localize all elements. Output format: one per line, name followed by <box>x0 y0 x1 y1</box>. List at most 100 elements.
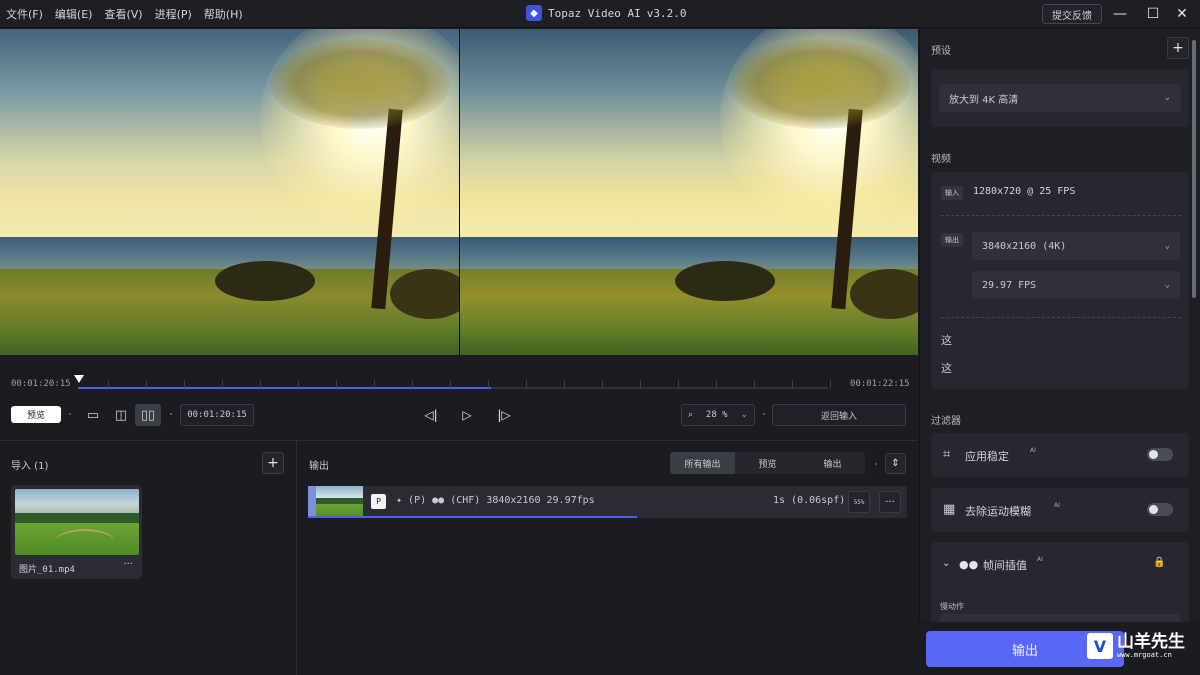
timeline-tick <box>754 380 755 388</box>
menu-bar: 文件(F) 编辑(E) 查看(V) 进程(P) 帮助(H) <box>6 0 243 28</box>
chevron-down-icon: ⌄ <box>1164 241 1170 251</box>
chevron-down-icon: ⌄ <box>1164 280 1170 290</box>
sidebar-scrollbar[interactable] <box>1192 40 1196 298</box>
import-file-name: 图片_01.mp4 <box>19 565 75 575</box>
timeline-tick <box>792 380 793 388</box>
zoom-value: 28 % <box>705 410 728 420</box>
menu-view[interactable]: 查看(V) <box>104 6 142 22</box>
sort-icon[interactable]: ⇕ <box>885 453 906 474</box>
timeline-tick <box>108 380 109 388</box>
app-version: v3.2.0 <box>646 6 687 20</box>
extra-setting-2: 这 <box>941 362 952 375</box>
tab-all-outputs[interactable]: 所有输出 <box>670 452 735 474</box>
output-fps-select[interactable]: 29.97 FPS ⌄ <box>972 271 1180 299</box>
side-by-side-view-icon[interactable]: ▯▯ <box>135 404 161 426</box>
chevron-down-icon: ⌄ <box>1163 93 1171 103</box>
filter-stabilize[interactable]: ⌗ 应用稳定 AI <box>931 433 1189 477</box>
stabilize-toggle[interactable] <box>1147 448 1173 461</box>
timeline-tick <box>184 380 185 388</box>
output-row[interactable]: P ✦ (P) ●● (CHF) 3840x2160 29.97fps 1s (… <box>308 486 907 518</box>
import-thumbnail <box>15 489 139 555</box>
slow-motion-label: 慢动作 <box>940 602 964 611</box>
prev-frame-icon[interactable]: ◁| <box>421 405 441 425</box>
timeline-end-time: 00:01:22:15 <box>850 379 910 389</box>
preview-button[interactable]: 预览 <box>11 406 61 423</box>
motion-blur-icon: ▦ <box>943 502 956 517</box>
timeline-tick <box>146 380 147 388</box>
output-spec: ✦ (P) ●● (CHF) 3840x2160 29.97fps <box>396 495 595 506</box>
playback-controls: 预览 ▭ ◫ ▯▯ 00:01:20:15 ◁| ▷ |▷ ⌕ 28 % ⌄ 返… <box>0 396 918 440</box>
minimize-icon[interactable]: — <box>1110 4 1130 24</box>
extra-setting-1: 这 <box>941 334 952 347</box>
maximize-icon[interactable]: ☐ <box>1143 4 1163 24</box>
stabilize-icon: ⌗ <box>943 447 951 462</box>
filter-motion-deblur[interactable]: ▦ 去除运动模糊 AI <box>931 488 1189 532</box>
timeline-tick <box>716 380 717 388</box>
output-percent: 55% <box>848 491 870 513</box>
menu-edit[interactable]: 编辑(E) <box>55 6 93 22</box>
preset-select[interactable]: 放大到 4K 高清 ⌄ <box>939 84 1181 112</box>
lock-icon[interactable]: 🔒 <box>1153 557 1165 568</box>
timeline-tick <box>488 380 489 388</box>
watermark-logo-icon: V <box>1087 633 1113 659</box>
settings-sidebar: 预设 + 放大到 4K 高清 ⌄ 视频 输入 1280x720 @ 25 FPS… <box>919 29 1200 675</box>
input-tag: 输入 <box>941 186 963 200</box>
timeline-tick <box>450 380 451 388</box>
menu-help[interactable]: 帮助(H) <box>204 6 243 22</box>
more-options-icon[interactable]: ··· <box>123 559 133 570</box>
output-more-button[interactable]: ··· <box>879 491 901 513</box>
chevron-down-icon[interactable]: ⌄ <box>942 558 950 569</box>
video-card: 输入 1280x720 @ 25 FPS 输出 3840x2160 (4K) ⌄… <box>931 172 1189 389</box>
output-title: 输出 <box>309 461 329 472</box>
watermark-text: 山羊先生 <box>1117 632 1185 652</box>
single-view-icon[interactable]: ▭ <box>80 404 106 426</box>
interpolation-label: 帧间插值 <box>983 559 1027 572</box>
timeline-tick <box>260 380 261 388</box>
ai-badge: AI <box>1037 556 1043 563</box>
split-view-icon[interactable]: ◫ <box>108 404 134 426</box>
menu-process[interactable]: 进程(P) <box>155 6 192 22</box>
return-to-input-button[interactable]: 返回输入 <box>772 404 906 426</box>
app-title: ◆ Topaz Video AI v3.2.0 <box>526 5 686 21</box>
import-item[interactable]: 图片_01.mp4 ··· <box>11 485 142 579</box>
close-icon[interactable]: ✕ <box>1172 4 1192 24</box>
timeline-progress <box>78 387 491 389</box>
next-frame-icon[interactable]: |▷ <box>494 405 514 425</box>
interpolation-icon: ●● <box>959 558 979 571</box>
filters-label: 过滤器 <box>931 416 961 427</box>
output-resolution-select[interactable]: 3840x2160 (4K) ⌄ <box>972 232 1180 260</box>
filter-label: 应用稳定 <box>965 450 1009 463</box>
timeline-tick <box>678 380 679 388</box>
menu-file[interactable]: 文件(F) <box>6 6 43 22</box>
zoom-select[interactable]: ⌕ 28 % ⌄ <box>681 404 755 426</box>
play-icon[interactable]: ▷ <box>457 405 477 425</box>
feedback-button[interactable]: 提交反馈 <box>1042 4 1102 24</box>
panel-divider-vertical <box>296 441 297 675</box>
playhead-icon[interactable] <box>74 375 84 383</box>
tab-export[interactable]: 输出 <box>800 452 865 474</box>
tab-preview[interactable]: 预览 <box>735 452 800 474</box>
timeline-tick <box>412 380 413 388</box>
split-divider[interactable] <box>459 29 460 355</box>
add-import-button[interactable]: + <box>262 452 284 474</box>
output-progress <box>308 516 638 518</box>
watermark-url: www.mrgoat.cn <box>1117 651 1172 659</box>
title-bar: 文件(F) 编辑(E) 查看(V) 进程(P) 帮助(H) ◆ Topaz Vi… <box>0 0 1200 28</box>
video-preview[interactable] <box>0 29 918 355</box>
timeline-tick <box>564 380 565 388</box>
timeline[interactable]: 00:01:20:15 00:01:22:15 <box>0 355 918 395</box>
filter-label: 去除运动模糊 <box>965 505 1031 518</box>
presets-label: 预设 <box>931 46 951 57</box>
topaz-logo-icon: ◆ <box>526 5 542 21</box>
motion-deblur-toggle[interactable] <box>1147 503 1173 516</box>
app-name: Topaz Video AI <box>548 6 641 20</box>
timeline-tick <box>298 380 299 388</box>
timeline-tick <box>336 380 337 388</box>
timeline-tick <box>830 380 831 388</box>
chevron-down-icon: ⌄ <box>740 410 748 420</box>
output-thumbnail <box>308 486 363 518</box>
add-preset-button[interactable]: + <box>1167 37 1189 59</box>
current-time-field[interactable]: 00:01:20:15 <box>180 404 254 426</box>
enhance-icon: ✦ <box>396 495 409 506</box>
output-time: 1s (0.06spf) <box>773 495 846 506</box>
